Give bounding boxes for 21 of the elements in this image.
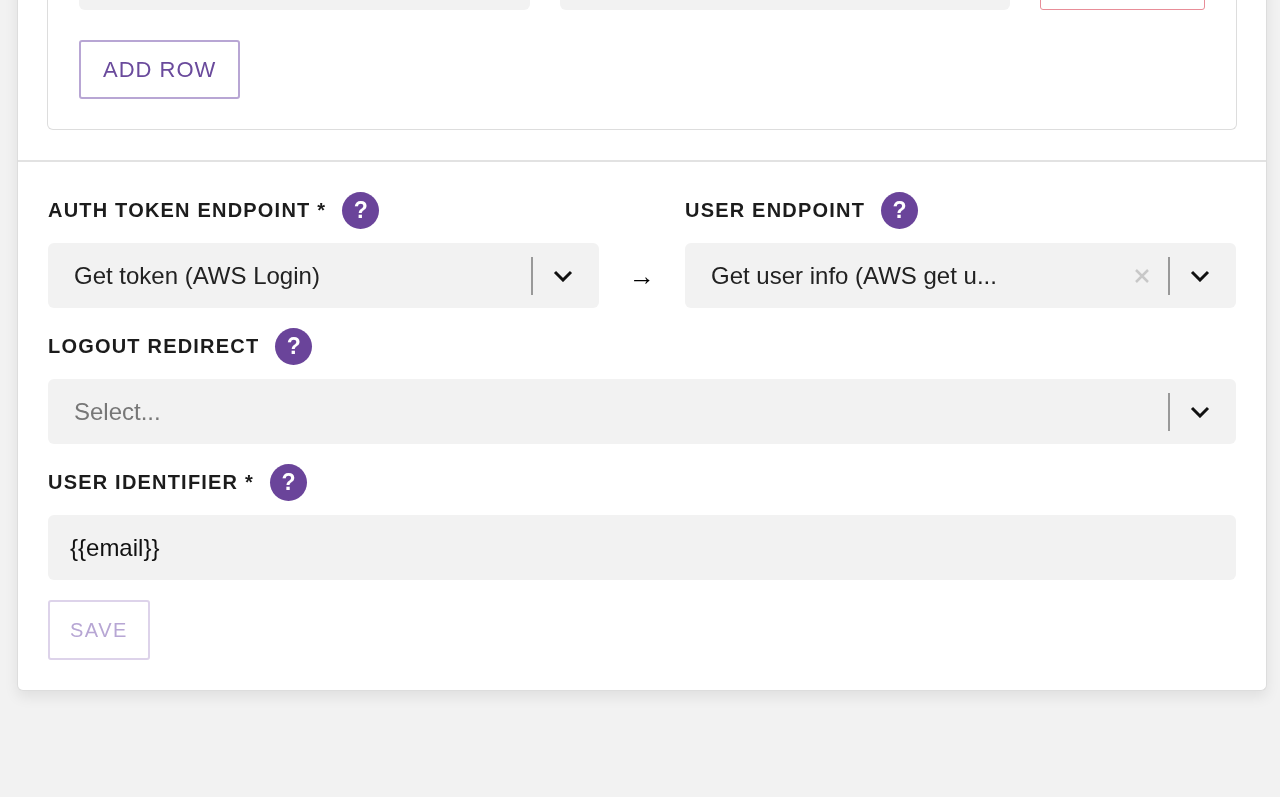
help-icon[interactable]: ? — [342, 192, 380, 229]
select-field[interactable]: Select... — [48, 379, 1236, 444]
select-value: Get user info (AWS get u... — [711, 261, 998, 290]
chevron-down-icon[interactable] — [1190, 405, 1210, 418]
select-field[interactable]: Get user info (AWS get u... — [685, 243, 1236, 308]
field-label: AUTH TOKEN ENDPOINT * — [48, 199, 327, 222]
help-icon[interactable]: ? — [275, 328, 313, 365]
add-row-button[interactable]: ADD ROW — [79, 40, 241, 99]
input-field[interactable]: {{email}} — [48, 515, 1236, 580]
select-value: Get token (AWS Login) — [74, 261, 321, 290]
field-label: LOGOUT REDIRECT — [48, 335, 260, 358]
field-label: USER ENDPOINT — [685, 199, 866, 222]
field-label: USER IDENTIFIER * — [48, 471, 254, 494]
clear-icon[interactable] — [1134, 267, 1150, 284]
chevron-down-icon[interactable] — [1190, 269, 1210, 282]
arrow-icon: → — [629, 261, 655, 308]
chevron-down-icon[interactable] — [553, 269, 573, 282]
select-field[interactable]: Get token (AWS Login) — [48, 243, 599, 308]
select-placeholder: Select... — [74, 397, 162, 426]
help-icon[interactable]: ? — [881, 192, 919, 229]
help-icon[interactable]: ? — [270, 464, 307, 501]
